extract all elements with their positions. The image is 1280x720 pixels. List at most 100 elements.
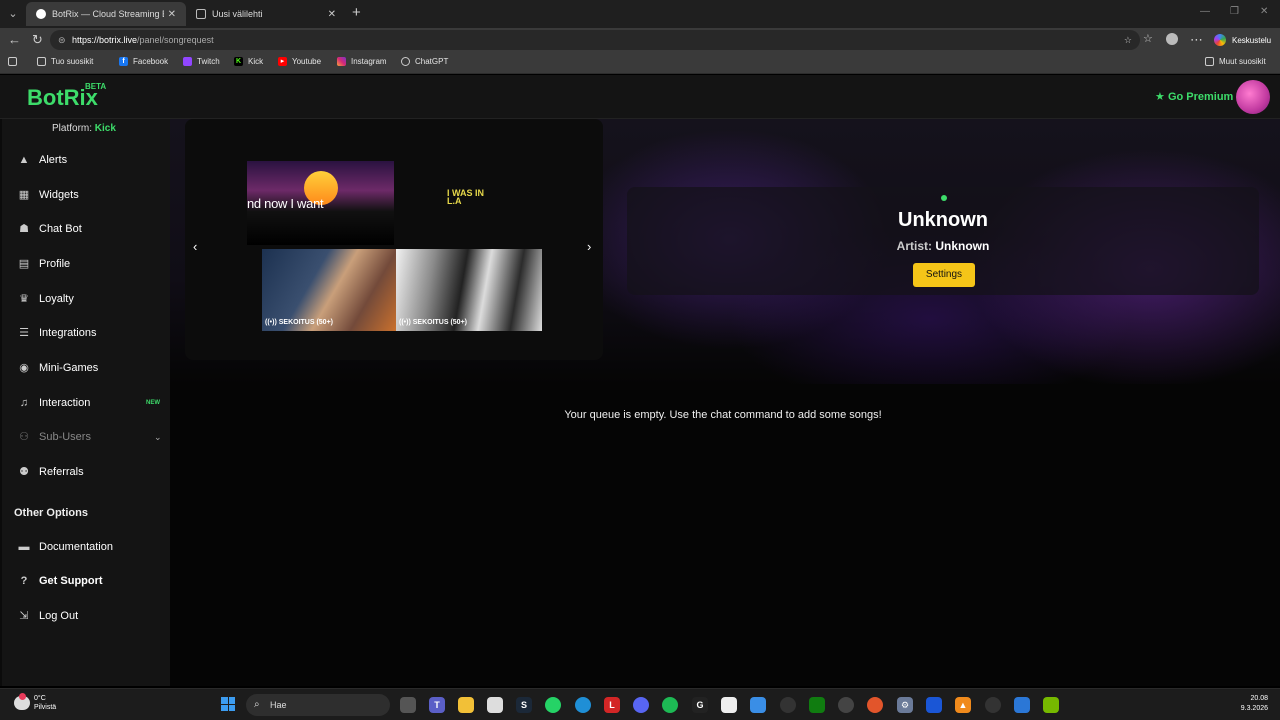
back-icon[interactable]: ← bbox=[8, 32, 21, 47]
more-options-icon[interactable]: ⋯ bbox=[1190, 32, 1203, 48]
bookmark-label: Twitch bbox=[197, 57, 220, 66]
copilot-button[interactable]: Keskustelu bbox=[1210, 31, 1277, 49]
platform-value: Kick bbox=[94, 123, 116, 134]
favorite-star-icon[interactable]: ☆ bbox=[1124, 30, 1132, 50]
sidebar-item-sub-users[interactable]: ⚇ Sub-Users ⌄ bbox=[2, 423, 170, 451]
reading-list-icon[interactable] bbox=[8, 57, 22, 66]
kick-icon: K bbox=[234, 57, 243, 66]
broadcast-icon: ((•)) bbox=[399, 319, 411, 326]
nvidia-icon[interactable] bbox=[1043, 697, 1059, 713]
tab-actions-icon[interactable]: ⌄ bbox=[4, 5, 22, 23]
window-close-icon[interactable]: ✕ bbox=[1260, 6, 1268, 17]
spotify-icon[interactable] bbox=[662, 697, 678, 713]
xbox-icon[interactable] bbox=[809, 697, 825, 713]
minimize-icon[interactable]: — bbox=[1200, 6, 1210, 17]
obs-icon[interactable] bbox=[780, 697, 796, 713]
notepad-icon[interactable] bbox=[721, 697, 737, 713]
bookmark-import[interactable]: Tuo suosikit bbox=[37, 57, 93, 66]
sidebar-item-get-support[interactable]: ? Get Support bbox=[2, 567, 170, 595]
tab-close-icon[interactable]: ✕ bbox=[168, 9, 176, 20]
copilot-label: Keskustelu bbox=[1232, 35, 1272, 45]
lyric-video-thumbnail[interactable]: nd now I want bbox=[247, 161, 394, 245]
store-icon[interactable] bbox=[487, 697, 503, 713]
refresh-icon[interactable]: ↻ bbox=[32, 32, 43, 48]
id-card-icon: ▤ bbox=[18, 258, 30, 270]
other-bookmarks[interactable]: Muut suosikit bbox=[1205, 57, 1266, 66]
go-premium-link[interactable]: ★ Go Premium bbox=[1155, 90, 1233, 103]
windows-taskbar: 0°C Pilvistä ⌕ Hae T S L G ⚙ ▲ 20.08 9.3… bbox=[0, 688, 1280, 720]
facebook-icon: f bbox=[119, 57, 128, 66]
vpn-icon[interactable] bbox=[926, 697, 942, 713]
song-request-content: ‹ › nd now I want I WAS IN L.A ((•)) SEK… bbox=[170, 119, 1280, 686]
task-view-icon[interactable] bbox=[400, 697, 416, 713]
bookmark-twitch[interactable]: Twitch bbox=[183, 57, 220, 66]
bookmarks-bar: Tuo suosikit f Facebook Twitch K Kick ▸ You… bbox=[0, 52, 1280, 74]
user-avatar[interactable] bbox=[1236, 80, 1270, 114]
song-title: Unknown bbox=[898, 209, 988, 231]
sidebar-item-documentation[interactable]: ▬ Documentation bbox=[2, 533, 170, 561]
vlc-icon[interactable]: ▲ bbox=[955, 697, 971, 713]
edge-icon[interactable] bbox=[575, 697, 591, 713]
taskbar-search[interactable]: ⌕ Hae bbox=[246, 694, 390, 716]
bookmark-instagram[interactable]: Instagram bbox=[337, 57, 387, 66]
sidebar-item-profile[interactable]: ▤ Profile bbox=[2, 250, 170, 278]
tab-close-icon[interactable]: ✕ bbox=[328, 9, 336, 20]
bookmark-kick[interactable]: K Kick bbox=[234, 57, 263, 66]
site-info-icon[interactable]: ⊜ bbox=[58, 30, 66, 50]
streaming-app-icon[interactable] bbox=[985, 697, 1001, 713]
list-icon: ☰ bbox=[19, 327, 29, 339]
search-icon: ⌕ bbox=[254, 699, 260, 710]
sidebar-item-widgets[interactable]: ▦ Widgets bbox=[2, 181, 170, 209]
file-explorer-icon[interactable] bbox=[458, 697, 474, 713]
new-badge: NEW bbox=[146, 400, 160, 406]
g-hub-icon[interactable]: G bbox=[692, 697, 708, 713]
window-app-icon[interactable] bbox=[1014, 697, 1030, 713]
bookmark-youtube[interactable]: ▸ Youtube bbox=[278, 57, 321, 66]
sidebar-item-alerts[interactable]: ▲ Alerts bbox=[2, 146, 170, 174]
carousel-next-icon[interactable]: › bbox=[587, 239, 591, 254]
bookmark-facebook[interactable]: f Facebook bbox=[119, 57, 168, 66]
mail-icon[interactable] bbox=[750, 697, 766, 713]
album-art-text: I WAS IN L.A bbox=[447, 188, 485, 206]
settings-button[interactable]: Settings bbox=[913, 263, 975, 287]
botrix-logo[interactable]: BotRix BETA bbox=[27, 82, 106, 111]
favorites-icon[interactable]: ☆ bbox=[1143, 32, 1153, 45]
botrix-favicon-icon bbox=[36, 9, 46, 19]
maximize-icon[interactable]: ❐ bbox=[1230, 6, 1239, 17]
app-icon[interactable] bbox=[838, 697, 854, 713]
discord-icon[interactable] bbox=[633, 697, 649, 713]
bookmark-label: Facebook bbox=[133, 57, 169, 66]
weather-widget[interactable]: 0°C Pilvistä bbox=[14, 693, 56, 712]
sidebar-item-mini-games[interactable]: ◉ Mini-Games bbox=[2, 354, 170, 382]
new-tab-icon[interactable]: + bbox=[352, 4, 361, 21]
artist-label: Artist: bbox=[896, 239, 932, 253]
book-icon: ▬ bbox=[18, 541, 30, 553]
sidebar-item-label: Sub-Users bbox=[39, 431, 91, 443]
profile-icon[interactable] bbox=[1166, 33, 1178, 45]
sidebar-item-loyalty[interactable]: ♛ Loyalty bbox=[2, 285, 170, 313]
steam-icon[interactable]: S bbox=[516, 697, 532, 713]
tab-new[interactable]: Uusi välilehti ✕ bbox=[186, 2, 346, 26]
album-art-thumbnail[interactable]: I WAS IN L.A bbox=[447, 189, 487, 237]
sidebar-item-log-out[interactable]: ⇲ Log Out bbox=[2, 602, 170, 630]
chevron-down-icon: ⌄ bbox=[154, 431, 162, 442]
lightshot-icon[interactable]: L bbox=[604, 697, 620, 713]
sidebar-item-chat-bot[interactable]: ☗ Chat Bot bbox=[2, 215, 170, 243]
whatsapp-icon[interactable] bbox=[545, 697, 561, 713]
origin-icon[interactable] bbox=[867, 697, 883, 713]
video-caption: ((•)) SEKOITUS (50+) bbox=[265, 319, 333, 326]
carousel-prev-icon[interactable]: ‹ bbox=[193, 239, 197, 254]
bookmark-chatgpt[interactable]: ChatGPT bbox=[401, 57, 448, 66]
sidebar-item-interaction[interactable]: ♫ Interaction NEW bbox=[2, 389, 170, 417]
system-clock[interactable]: 20.08 9.3.2026 bbox=[1232, 694, 1268, 714]
start-menu-icon[interactable] bbox=[221, 697, 235, 711]
sidebar-item-referrals[interactable]: ⚉ Referrals bbox=[2, 458, 170, 486]
sidebar-item-integrations[interactable]: ☰ Integrations bbox=[2, 319, 170, 347]
bookmark-label: Tuo suosikit bbox=[51, 57, 94, 66]
url-host: https://botrix.live bbox=[72, 35, 138, 45]
sidebar-item-label: Alerts bbox=[39, 154, 68, 166]
address-bar[interactable]: ⊜ https://botrix.live/panel/songrequest … bbox=[50, 30, 1140, 50]
teams-icon[interactable]: T bbox=[429, 697, 445, 713]
tab-botrix[interactable]: BotRix — Cloud Streaming Bot for ✕ bbox=[26, 2, 186, 26]
settings-gear-icon[interactable]: ⚙ bbox=[897, 697, 913, 713]
